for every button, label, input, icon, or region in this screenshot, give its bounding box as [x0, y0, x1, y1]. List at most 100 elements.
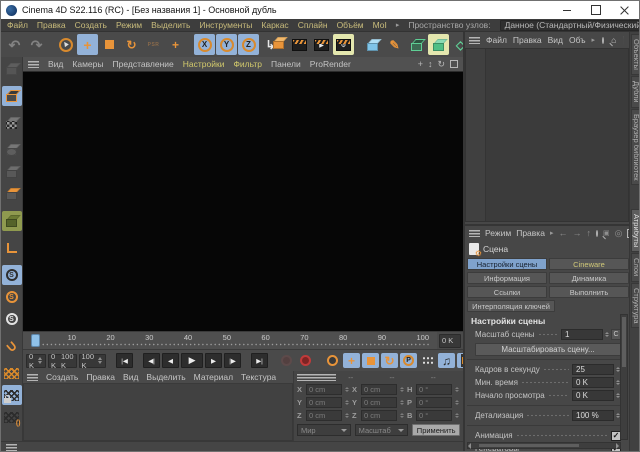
node-space-dropdown[interactable]: Данное (Стандартный/Физический): [500, 20, 640, 31]
scale-tool[interactable]: [99, 34, 120, 55]
model-mode-button[interactable]: [2, 86, 22, 106]
live-selection-tool[interactable]: ▲: [55, 34, 76, 55]
side-tab-content-browser[interactable]: Браузер библиотек: [631, 109, 640, 186]
points-mode-button[interactable]: [2, 162, 22, 182]
up-icon[interactable]: ↑: [586, 228, 591, 238]
viewport-menu-icon[interactable]: [28, 61, 39, 68]
rotate-tool[interactable]: ↻: [121, 34, 142, 55]
redo-button[interactable]: ↷: [26, 34, 47, 55]
generator-button[interactable]: [428, 34, 449, 55]
spinner-icon[interactable]: [36, 355, 43, 367]
play-button[interactable]: ▶: [181, 353, 203, 368]
prev-frame-button[interactable]: ◀: [162, 353, 179, 368]
preview-start-field[interactable]: 0 K: [572, 390, 614, 401]
fps-field[interactable]: 25: [572, 364, 614, 375]
vp-menu-panel[interactable]: Панели: [271, 59, 301, 69]
tab-key-interpolation[interactable]: Интерполяция ключей: [467, 300, 555, 312]
spinner-icon[interactable]: [344, 384, 350, 395]
record-inactive-button[interactable]: [278, 353, 295, 368]
scale-scene-button[interactable]: Масштабировать сцену...: [475, 343, 621, 356]
key-position-toggle[interactable]: +: [343, 353, 360, 368]
scene-scale-field[interactable]: 1: [561, 329, 603, 340]
menu-mode[interactable]: Режим: [116, 20, 142, 30]
menu-file[interactable]: Файл: [7, 20, 28, 30]
polygons-mode-button[interactable]: [2, 211, 22, 231]
vp-menu-prorender[interactable]: ProRender: [310, 59, 351, 69]
last-tool[interactable]: +: [165, 34, 186, 55]
prev-key-button[interactable]: ◀|: [143, 353, 160, 368]
menu-overflow-icon[interactable]: ▸: [592, 36, 596, 44]
axis-mode-button[interactable]: [2, 238, 22, 258]
scale-y-field[interactable]: 0 cm: [361, 397, 397, 408]
workplane-mode-button[interactable]: [2, 140, 22, 160]
rotate-view-icon[interactable]: ↻: [437, 59, 445, 70]
spinner-icon[interactable]: [344, 397, 350, 408]
tab-dynamics[interactable]: Динамика: [549, 272, 629, 284]
tab-scene-settings[interactable]: Настройки сцены: [467, 258, 547, 270]
layer-lock-button[interactable]: [2, 385, 22, 405]
status-menu-icon[interactable]: [6, 444, 17, 451]
menu-overflow-icon[interactable]: ▸: [550, 229, 554, 237]
snap-3d-button[interactable]: S: [2, 287, 22, 307]
spinner-icon[interactable]: [454, 397, 460, 408]
home-icon[interactable]: ⌂: [611, 35, 616, 45]
render-settings-button[interactable]: ⚙: [333, 34, 354, 55]
psr-tool[interactable]: PSR: [143, 34, 164, 55]
material-menu-icon[interactable]: [27, 374, 38, 381]
timeline-end-field[interactable]: 0 K: [439, 334, 461, 348]
spinner-icon[interactable]: [399, 397, 405, 408]
close-button[interactable]: [610, 1, 639, 19]
goto-end-button[interactable]: ▶|: [251, 353, 268, 368]
preview-range-slider[interactable]: 0 K100 K: [48, 354, 77, 368]
timeline-playhead[interactable]: [31, 334, 40, 347]
texture-view-button[interactable]: [2, 363, 22, 383]
snap-2d-button[interactable]: S: [2, 309, 22, 329]
scroll-left-icon[interactable]: [468, 443, 471, 449]
menu-overflow-icon[interactable]: ▸: [396, 21, 400, 29]
selected-object-row[interactable]: Сцена: [465, 241, 631, 256]
side-tab-attributes[interactable]: Атрибуты: [631, 209, 640, 252]
scroll-right-icon[interactable]: [616, 443, 619, 449]
toggle-view-icon[interactable]: [450, 60, 458, 68]
maximize-button[interactable]: [581, 1, 610, 19]
mat-menu-create[interactable]: Создать: [46, 372, 78, 382]
autokey-button[interactable]: [324, 353, 341, 368]
render-picture-viewer-button[interactable]: ▶: [311, 34, 332, 55]
mat-menu-texture[interactable]: Текстура: [241, 372, 276, 382]
menu-spline[interactable]: Сплайн: [298, 20, 328, 30]
menu-edit[interactable]: Правка: [37, 20, 66, 30]
search-icon[interactable]: [596, 230, 598, 237]
spinner-icon[interactable]: [96, 355, 103, 367]
scale-x-field[interactable]: 0 cm: [361, 384, 397, 395]
add-cube-button[interactable]: [362, 34, 383, 55]
minimize-button[interactable]: [552, 1, 581, 19]
rot-b-field[interactable]: 0 °: [416, 410, 452, 421]
objects-menu-icon[interactable]: [469, 37, 480, 44]
obj-menu-file[interactable]: Файл: [486, 35, 507, 45]
menu-moi[interactable]: MoI: [373, 20, 387, 30]
snap-toggle-button[interactable]: S: [2, 265, 22, 285]
subdivision-surface-button[interactable]: [406, 34, 427, 55]
sound-toggle[interactable]: ♫: [438, 353, 455, 368]
coordinate-system-toggle[interactable]: ↳: [260, 34, 281, 55]
rot-h-field[interactable]: 0 °: [416, 384, 452, 395]
spinner-icon[interactable]: [454, 384, 460, 395]
record-keyframe-button[interactable]: [297, 353, 314, 368]
vp-menu-filter[interactable]: Фильтр: [233, 59, 262, 69]
attributes-vertical-scrollbar[interactable]: [620, 314, 628, 440]
attributes-menu-icon[interactable]: [469, 230, 480, 237]
attributes-horizontal-scrollbar[interactable]: [467, 442, 621, 449]
next-key-button[interactable]: |▶: [224, 353, 241, 368]
search-icon[interactable]: [602, 37, 604, 44]
tab-cineware[interactable]: Cineware: [549, 258, 629, 270]
side-tab-objects[interactable]: Объекты: [631, 34, 640, 75]
menu-mesh[interactable]: Каркас: [261, 20, 288, 30]
menu-volume[interactable]: Объём: [337, 20, 364, 30]
tab-execute[interactable]: Выполнить: [549, 286, 629, 298]
material-list-area[interactable]: [23, 384, 293, 441]
obj-menu-view[interactable]: Вид: [548, 35, 563, 45]
render-view-button[interactable]: [289, 34, 310, 55]
pos-z-field[interactable]: 0 cm: [306, 410, 342, 421]
end-frame-field[interactable]: 100 K: [79, 354, 107, 368]
current-frame-field[interactable]: 0 K: [26, 354, 46, 368]
